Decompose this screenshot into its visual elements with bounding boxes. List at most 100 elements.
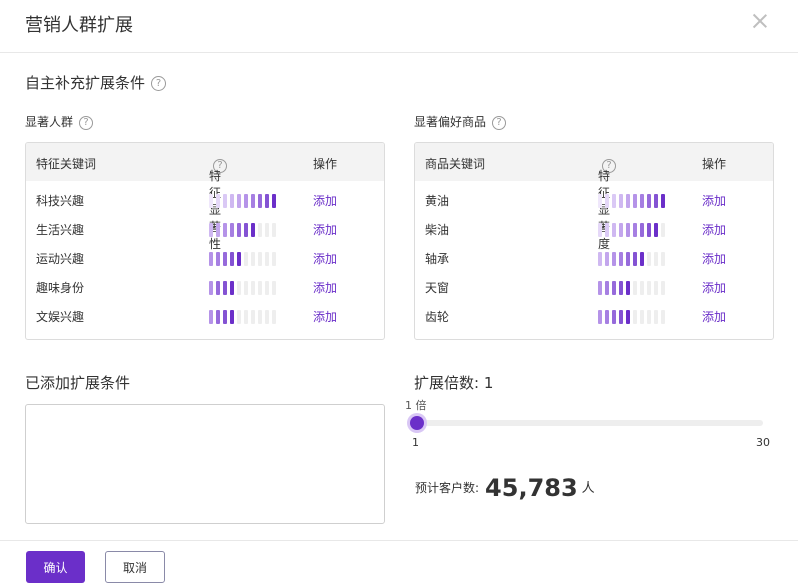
- significance-meter: [209, 223, 276, 237]
- significance-bar: [265, 281, 269, 295]
- significance-bar: [633, 223, 637, 237]
- significance-bar: [272, 281, 276, 295]
- column-header-action: 操作: [702, 157, 727, 171]
- significance-bar: [272, 252, 276, 266]
- keyword-cell: 运动兴趣: [36, 252, 85, 266]
- people-table: 特征关键词 特征显著性? 操作 科技兴趣 添加 生活兴趣 添加 运动兴趣 添加 趣味身份 添加…: [25, 142, 385, 340]
- dialog-header: 营销人群扩展: [0, 0, 798, 53]
- significance-bar: [258, 194, 262, 208]
- significance-bar: [619, 223, 623, 237]
- keyword-cell: 天窗: [425, 281, 450, 295]
- add-link[interactable]: 添加: [702, 250, 726, 267]
- table-row: 科技兴趣 添加: [26, 185, 384, 214]
- keyword-cell: 文娱兴趣: [36, 310, 85, 324]
- significance-bar: [612, 194, 616, 208]
- table-row: 天窗 添加: [415, 272, 773, 301]
- add-link[interactable]: 添加: [702, 192, 726, 209]
- add-link[interactable]: 添加: [702, 221, 726, 238]
- table-row: 趣味身份 添加: [26, 272, 384, 301]
- add-link[interactable]: 添加: [702, 308, 726, 325]
- significance-bar: [661, 252, 665, 266]
- dialog-title: 营销人群扩展: [25, 15, 133, 36]
- estimate-label: 预计客户数:: [415, 481, 480, 495]
- significance-bar: [619, 310, 623, 324]
- significance-bar: [237, 223, 241, 237]
- significance-meter: [598, 223, 665, 237]
- significance-bar: [612, 223, 616, 237]
- significance-bar: [633, 252, 637, 266]
- significance-bar: [230, 281, 234, 295]
- cancel-button[interactable]: 取消: [105, 551, 165, 583]
- people-label-text: 显著人群: [25, 115, 74, 129]
- column-header-action: 操作: [313, 157, 338, 171]
- significance-bar: [244, 310, 248, 324]
- significance-bar: [640, 194, 644, 208]
- people-table-body: 科技兴趣 添加 生活兴趣 添加 运动兴趣 添加 趣味身份 添加 文娱兴趣 添加: [26, 181, 384, 330]
- significance-bar: [619, 194, 623, 208]
- significance-bar: [209, 281, 213, 295]
- multiplier-slider-handle[interactable]: [410, 416, 424, 430]
- significance-bar: [661, 310, 665, 324]
- keyword-cell: 生活兴趣: [36, 223, 85, 237]
- significance-bar: [237, 310, 241, 324]
- add-link[interactable]: 添加: [313, 279, 337, 296]
- keyword-cell: 科技兴趣: [36, 194, 85, 208]
- significance-meter: [209, 281, 276, 295]
- add-link[interactable]: 添加: [313, 308, 337, 325]
- significance-bar: [605, 281, 609, 295]
- table-row: 运动兴趣 添加: [26, 243, 384, 272]
- marketing-audience-expansion-dialog: 营销人群扩展 自主补充扩展条件? 显著人群? 特征关键词 特征显著性? 操作 科…: [0, 0, 798, 588]
- products-label: 显著偏好商品?: [414, 113, 507, 130]
- question-circle-icon[interactable]: ?: [151, 76, 167, 91]
- significance-bar: [619, 281, 623, 295]
- significance-bar: [251, 310, 255, 324]
- multiplier-title: 扩展倍数: 1: [414, 374, 494, 392]
- keyword-cell: 齿轮: [425, 310, 450, 324]
- confirm-button[interactable]: 确认: [26, 551, 85, 583]
- add-link[interactable]: 添加: [313, 250, 337, 267]
- section-title: 自主补充扩展条件?: [25, 72, 167, 93]
- significance-bar: [633, 281, 637, 295]
- significance-bar: [633, 310, 637, 324]
- significance-bar: [251, 281, 255, 295]
- significance-bar: [647, 281, 651, 295]
- significance-bar: [237, 281, 241, 295]
- table-row: 轴承 添加: [415, 243, 773, 272]
- added-conditions-box[interactable]: [25, 404, 385, 524]
- significance-bar: [605, 252, 609, 266]
- close-icon[interactable]: [750, 11, 770, 31]
- significance-bar: [230, 252, 234, 266]
- add-link[interactable]: 添加: [702, 279, 726, 296]
- significance-bar: [619, 252, 623, 266]
- significance-bar: [272, 310, 276, 324]
- table-row: 文娱兴趣 添加: [26, 301, 384, 330]
- significance-bar: [230, 223, 234, 237]
- multiplier-slider-track[interactable]: [416, 420, 763, 426]
- added-conditions-title: 已添加扩展条件: [25, 374, 131, 392]
- add-link[interactable]: 添加: [313, 221, 337, 238]
- significance-bar: [258, 281, 262, 295]
- significance-bar: [209, 310, 213, 324]
- significance-bar: [209, 252, 213, 266]
- table-row: 黄油 添加: [415, 185, 773, 214]
- question-circle-icon[interactable]: ?: [79, 115, 94, 130]
- add-link[interactable]: 添加: [313, 192, 337, 209]
- significance-bar: [598, 252, 602, 266]
- column-header-keyword: 商品关键词: [425, 157, 486, 171]
- significance-meter: [209, 194, 276, 208]
- significance-bar: [209, 223, 213, 237]
- slider-max-label: 30: [756, 436, 770, 449]
- significance-bar: [216, 281, 220, 295]
- question-circle-icon[interactable]: ?: [492, 115, 507, 130]
- estimate-value: 45,783: [485, 474, 578, 502]
- people-table-header: 特征关键词 特征显著性? 操作: [26, 143, 384, 251]
- significance-bar: [223, 223, 227, 237]
- column-header-significance: 特征显著度?: [598, 155, 616, 251]
- estimated-customers: 预计客户数: 45,783 人: [415, 474, 595, 502]
- significance-bar: [272, 223, 276, 237]
- significance-bar: [244, 194, 248, 208]
- significance-meter: [598, 194, 665, 208]
- significance-bar: [223, 281, 227, 295]
- significance-bar: [605, 223, 609, 237]
- products-table-body: 黄油 添加 柴油 添加 轴承 添加 天窗 添加 齿轮 添加: [415, 181, 773, 330]
